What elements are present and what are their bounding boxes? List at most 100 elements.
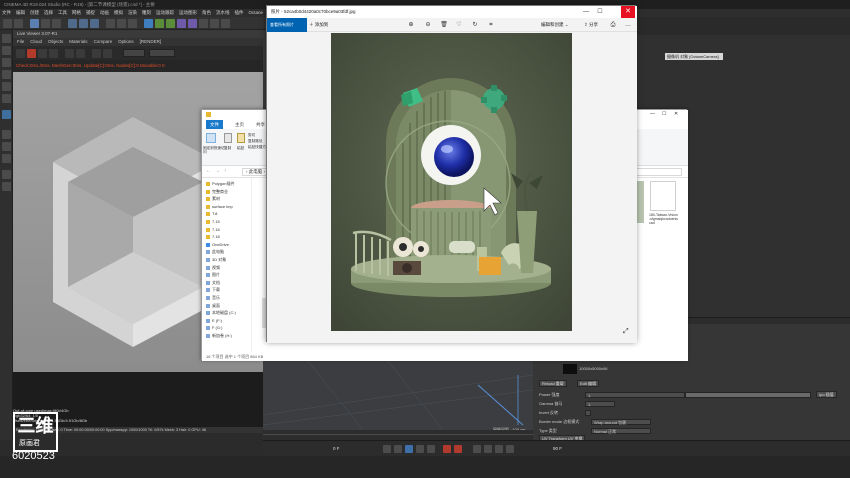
- move-tool-icon[interactable]: [30, 19, 39, 28]
- edit-button[interactable]: Edit 编辑: [577, 380, 600, 387]
- copy-path-label[interactable]: 复制路径: [248, 139, 262, 144]
- border-mode-select[interactable]: Wrap around 包裹: [591, 419, 651, 425]
- region-icon[interactable]: [65, 49, 74, 58]
- camera-object-tag[interactable]: 摄像机 对象 [OctaneCamera]: [665, 53, 723, 60]
- snap-icon[interactable]: [2, 130, 11, 139]
- favorite-icon[interactable]: ♡: [455, 21, 463, 29]
- stop-icon[interactable]: [27, 49, 36, 58]
- menu-item[interactable]: 雕刻: [142, 9, 151, 17]
- deformer-icon[interactable]: [188, 19, 197, 28]
- power-slider[interactable]: [685, 392, 811, 398]
- more-icon[interactable]: …: [624, 21, 632, 29]
- delete-icon[interactable]: 🗑: [440, 21, 448, 29]
- ribbon-tab[interactable]: 主页: [235, 120, 244, 129]
- menu-item[interactable]: 流水线: [216, 9, 230, 17]
- position-key-icon[interactable]: [484, 445, 492, 453]
- zoom-out-icon[interactable]: ⊖: [424, 21, 432, 29]
- frame-start-field[interactable]: 0 F: [333, 446, 340, 451]
- menu-item[interactable]: 网格: [72, 9, 81, 17]
- rotation-key-icon[interactable]: [506, 445, 514, 453]
- lock-render-icon[interactable]: [49, 49, 58, 58]
- nav-item[interactable]: 此电脑: [206, 249, 224, 255]
- paint-icon[interactable]: [2, 182, 11, 191]
- nav-item[interactable]: 7.15: [206, 219, 220, 225]
- nav-item[interactable]: 视频: [206, 265, 220, 271]
- model-mode-icon[interactable]: [2, 46, 11, 55]
- menu-item[interactable]: 创建: [30, 9, 39, 17]
- back-arrow-icon[interactable]: ←: [206, 168, 211, 174]
- reload-button[interactable]: Reload 重载: [539, 380, 567, 387]
- nav-item[interactable]: T.8: [206, 211, 217, 217]
- nav-item[interactable]: 新加卷 (H:): [206, 333, 232, 339]
- spline-icon[interactable]: [155, 19, 164, 28]
- go-to-end-icon[interactable]: [427, 445, 435, 453]
- record-icon[interactable]: [443, 445, 451, 453]
- nav-item[interactable]: 音乐: [206, 295, 220, 301]
- close-icon[interactable]: ✕: [674, 111, 678, 117]
- refresh-icon[interactable]: [16, 49, 25, 58]
- nav-item[interactable]: 图片: [206, 272, 220, 278]
- nav-item[interactable]: OneDrive: [206, 242, 229, 248]
- viewer-menu-item[interactable]: Materials: [69, 38, 87, 46]
- scene-icon[interactable]: [199, 19, 208, 28]
- photos-maximize-icon[interactable]: ☐: [593, 6, 607, 18]
- nav-item[interactable]: F (G:): [206, 325, 222, 331]
- scale-key-icon[interactable]: [495, 445, 503, 453]
- add-to-button[interactable]: ＋ 添加到: [309, 18, 328, 32]
- paste-icon[interactable]: [237, 133, 245, 143]
- nav-item[interactable]: surface imp: [206, 204, 233, 210]
- x-axis-icon[interactable]: [68, 19, 77, 28]
- photos-close-button[interactable]: ✕: [621, 6, 635, 18]
- render-settings-icon[interactable]: [128, 19, 137, 28]
- lock-icon[interactable]: [2, 154, 11, 163]
- view-all-photos-button[interactable]: 查看所有照片: [267, 18, 307, 32]
- previous-key-icon[interactable]: [394, 445, 402, 453]
- nav-item[interactable]: 桌面: [206, 303, 220, 309]
- invert-checkbox[interactable]: [585, 410, 591, 416]
- nav-item[interactable]: 3D 对象: [206, 257, 226, 263]
- photos-minimize-icon[interactable]: —: [579, 6, 593, 18]
- next-key-icon[interactable]: [416, 445, 424, 453]
- copy-icon[interactable]: [224, 133, 232, 143]
- menu-item[interactable]: 文件: [2, 9, 11, 17]
- nav-item[interactable]: 7.18: [206, 234, 220, 240]
- nurbs-icon[interactable]: [166, 19, 175, 28]
- ribbon-tab[interactable]: 文件: [206, 120, 223, 129]
- nav-item[interactable]: 完整商业: [206, 189, 228, 195]
- menu-item[interactable]: 插件: [235, 9, 244, 17]
- crop-icon[interactable]: ⌗: [487, 21, 495, 29]
- pick-icon[interactable]: [76, 49, 85, 58]
- y-axis-icon[interactable]: [79, 19, 88, 28]
- polygons-mode-icon[interactable]: [2, 94, 11, 103]
- power-field[interactable]: 1.: [585, 392, 685, 398]
- nav-item[interactable]: 本地磁盘 (C:): [206, 310, 236, 316]
- fullscreen-icon[interactable]: ⤢: [623, 328, 629, 336]
- render-mode-select[interactable]: [123, 49, 145, 57]
- light-icon[interactable]: [221, 19, 230, 28]
- document-icon[interactable]: [650, 181, 676, 211]
- maximize-icon[interactable]: ☐: [662, 111, 666, 117]
- go-to-start-icon[interactable]: [383, 445, 391, 453]
- minimize-icon[interactable]: —: [650, 111, 655, 117]
- rotate-icon[interactable]: ↻: [471, 21, 479, 29]
- render-view-icon[interactable]: [106, 19, 115, 28]
- workplane-icon[interactable]: [2, 142, 11, 151]
- nav-item[interactable]: 下载: [206, 287, 220, 293]
- undo-icon[interactable]: [3, 19, 12, 28]
- nav-item[interactable]: Polygon插件: [206, 181, 234, 187]
- edges-mode-icon[interactable]: [2, 82, 11, 91]
- menu-item[interactable]: 角色: [202, 9, 211, 17]
- nav-item[interactable]: 7.16: [206, 227, 220, 233]
- z-axis-icon[interactable]: [90, 19, 99, 28]
- menu-item[interactable]: 动画: [100, 9, 109, 17]
- axis-mode-icon[interactable]: [2, 110, 11, 119]
- cube-icon[interactable]: [144, 19, 153, 28]
- file-name[interactable]: 180-Taiwan-Vrsion-sfgmslqkcndoeniscad: [649, 213, 679, 225]
- print-icon[interactable]: ⎙: [609, 21, 617, 29]
- share-button[interactable]: ⇪ 分享: [584, 18, 598, 32]
- gamma-field[interactable]: 1.: [585, 401, 615, 407]
- ipo-button[interactable]: Ipo 插值: [816, 391, 837, 398]
- menu-item[interactable]: 选择: [44, 9, 53, 17]
- points-mode-icon[interactable]: [2, 70, 11, 79]
- displayed-photo[interactable]: [331, 33, 572, 331]
